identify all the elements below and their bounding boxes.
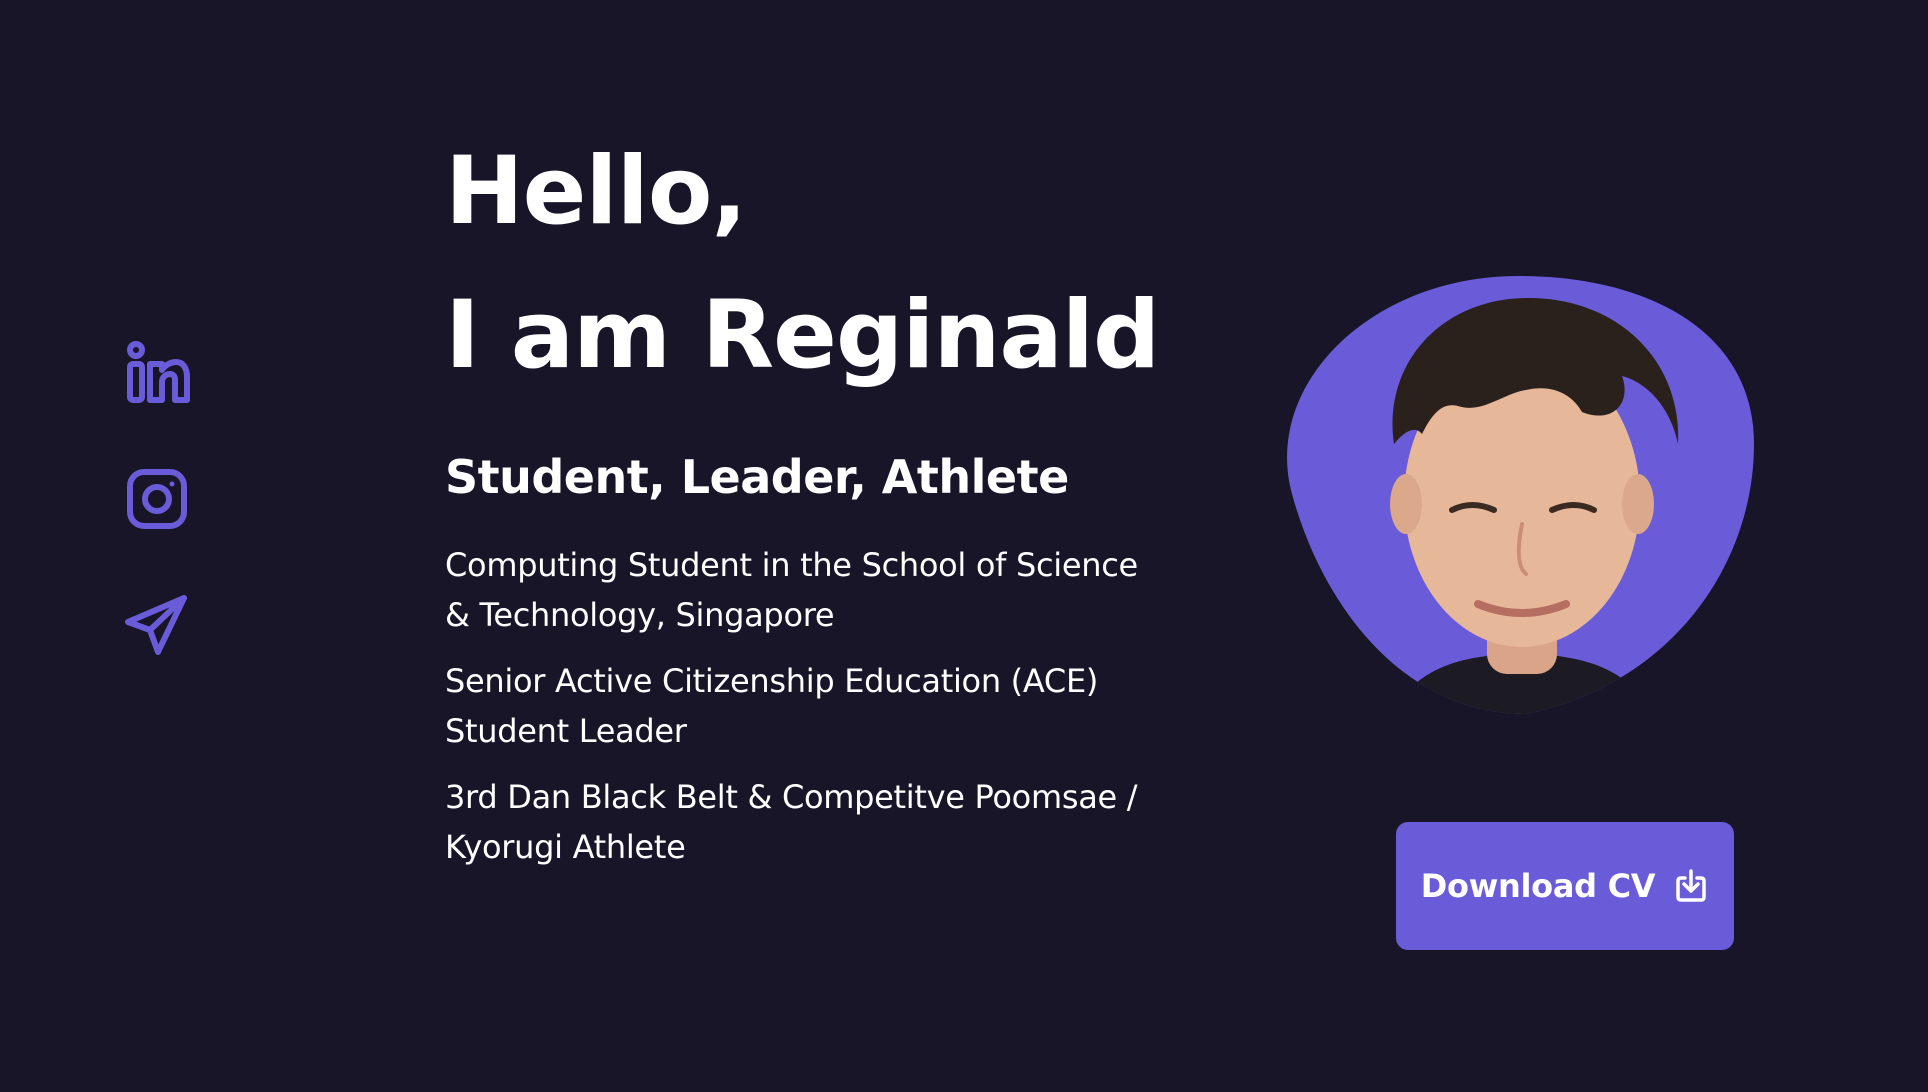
telegram-icon xyxy=(125,595,187,655)
greeting-text: Hello, xyxy=(445,137,747,246)
bio-item: Senior Active Citizenship Education (ACE… xyxy=(445,662,1099,750)
linkedin-link[interactable] xyxy=(124,340,190,406)
download-icon xyxy=(1676,869,1706,902)
bio-list: Computing Student in the School of Scien… xyxy=(445,540,1165,872)
tagline: Student, Leader, Athlete xyxy=(445,450,1069,504)
bio-item: 3rd Dan Black Belt & Competitve Poomsae … xyxy=(445,778,1138,866)
avatar xyxy=(1282,274,1754,714)
download-cv-label: Download CV xyxy=(1420,867,1656,905)
social-links xyxy=(124,340,192,718)
hero-heading: Hello, I am Reginald xyxy=(445,120,1165,408)
bio-item: Computing Student in the School of Scien… xyxy=(445,546,1138,634)
telegram-link[interactable] xyxy=(124,592,190,658)
linkedin-icon xyxy=(127,341,190,403)
intro-text: I am Reginald xyxy=(445,281,1160,390)
instagram-icon xyxy=(127,469,187,529)
instagram-link[interactable] xyxy=(124,466,190,532)
hero-page: Hello, I am Reginald Student, Leader, At… xyxy=(0,0,1928,1092)
hero-section: Hello, I am Reginald Student, Leader, At… xyxy=(445,120,1165,888)
profile-photo xyxy=(1287,276,1754,714)
download-cv-button[interactable]: Download CV xyxy=(1396,822,1734,950)
